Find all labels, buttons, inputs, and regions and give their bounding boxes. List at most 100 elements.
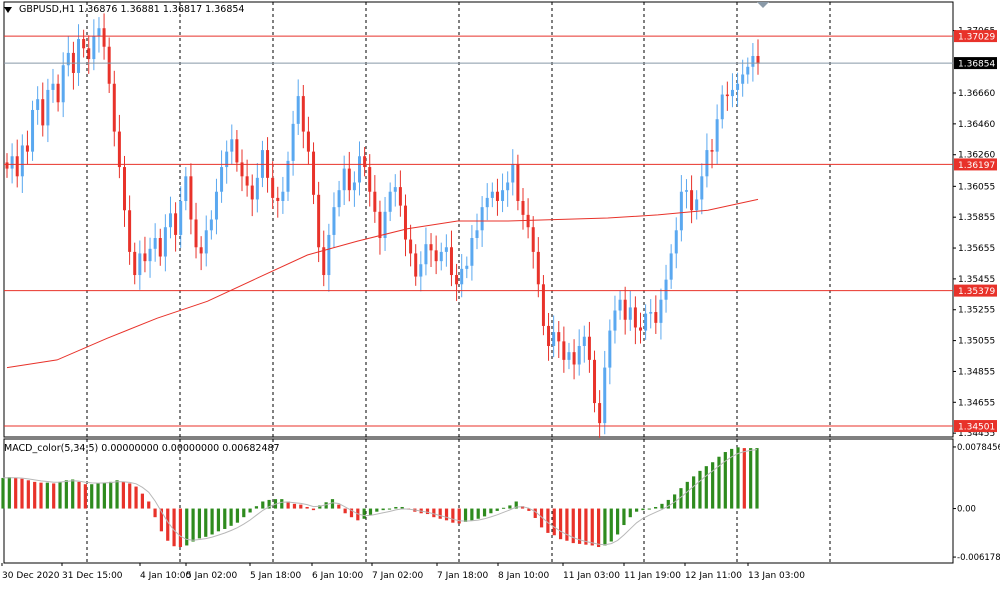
bear-candle bbox=[495, 191, 499, 201]
macd-histogram-bar bbox=[596, 508, 601, 548]
bear-candle bbox=[526, 214, 530, 228]
bull-candle bbox=[337, 190, 341, 208]
macd-histogram-bar bbox=[45, 482, 49, 509]
macd-histogram-bar bbox=[115, 480, 119, 509]
macd-histogram-bar bbox=[337, 504, 341, 509]
macd-histogram-bar bbox=[508, 505, 512, 509]
macd-histogram-bar bbox=[647, 508, 651, 510]
bear-candle bbox=[301, 96, 305, 132]
bear-candle bbox=[199, 247, 203, 254]
bull-candle bbox=[10, 156, 14, 169]
bull-candle bbox=[204, 230, 208, 254]
bear-candle bbox=[250, 185, 254, 200]
bear-candle bbox=[587, 336, 591, 360]
macd-histogram-bar bbox=[635, 508, 639, 512]
y-tick-label: 1.35855 bbox=[958, 213, 995, 223]
x-tick-label: 30 Dec 2020 bbox=[2, 571, 60, 581]
bull-candle bbox=[209, 219, 213, 231]
bear-candle bbox=[245, 176, 249, 186]
bear-candle bbox=[547, 325, 551, 346]
bear-candle bbox=[128, 210, 132, 252]
macd-histogram-bar bbox=[96, 483, 100, 509]
macd-header: MACD_color(5,34,5) 0.00000000 0.00000000… bbox=[4, 443, 280, 454]
macd-histogram-bar bbox=[83, 484, 87, 509]
bull-candle bbox=[342, 168, 346, 191]
bull-candle bbox=[327, 234, 331, 276]
bear-candle bbox=[593, 359, 597, 404]
bear-candle bbox=[690, 190, 694, 211]
chart-canvas[interactable]: 30 Dec 2020 31 Dec 15:00 4 Jan 10:005 Jan … bbox=[0, 0, 1000, 588]
bull-candle bbox=[644, 313, 648, 331]
x-tick-label: 5 Jan 18:00 bbox=[250, 571, 302, 581]
macd-histogram-bar bbox=[216, 508, 221, 532]
bull-candle bbox=[730, 89, 734, 97]
macd-histogram-bar bbox=[736, 447, 740, 509]
macd-histogram-bar bbox=[368, 508, 373, 515]
bull-candle bbox=[281, 191, 285, 201]
macd-histogram-bar bbox=[128, 483, 132, 509]
bear-candle bbox=[557, 332, 561, 342]
bull-candle bbox=[511, 163, 515, 183]
bear-candle bbox=[455, 275, 459, 285]
bull-candle bbox=[567, 352, 571, 360]
bear-candle bbox=[25, 145, 29, 152]
triangle-down-icon[interactable] bbox=[4, 6, 12, 13]
bull-candle bbox=[649, 312, 653, 314]
macd-histogram-bar bbox=[140, 493, 144, 509]
macd-histogram-bar bbox=[311, 508, 316, 511]
macd-y-tick-label: -0.0061780 bbox=[957, 553, 1000, 563]
bear-candle bbox=[623, 299, 627, 320]
macd-histogram-bar bbox=[622, 508, 626, 526]
bull-candle bbox=[720, 94, 724, 120]
bull-candle bbox=[695, 199, 699, 211]
bear-candle bbox=[235, 139, 239, 163]
bear-candle bbox=[56, 83, 60, 103]
bear-candle bbox=[409, 239, 413, 254]
macd-value-2: 0.00000000 bbox=[161, 443, 220, 454]
x-tick-label: 11 Jan 19:00 bbox=[624, 571, 681, 581]
bull-candle bbox=[552, 332, 556, 346]
macd-histogram-bar bbox=[590, 508, 594, 546]
macd-histogram-bar bbox=[153, 508, 157, 518]
bid-label: 1.36854 bbox=[958, 60, 995, 70]
y-tick-label: 1.34855 bbox=[958, 367, 995, 377]
bull-candle bbox=[388, 191, 392, 212]
bear-candle bbox=[373, 191, 377, 212]
high-value: 1.36881 bbox=[120, 4, 160, 15]
macd-histogram-bar bbox=[451, 508, 455, 523]
bull-candle bbox=[439, 251, 443, 262]
bull-candle bbox=[736, 83, 740, 90]
bull-candle bbox=[674, 230, 678, 254]
moving-average-line bbox=[6, 198, 759, 369]
macd-histogram-bar bbox=[425, 508, 430, 515]
macd-histogram-bar bbox=[546, 508, 550, 533]
bull-candle bbox=[97, 28, 101, 36]
bear-candle bbox=[107, 46, 111, 84]
y-tick-label: 1.36460 bbox=[958, 120, 995, 130]
bear-candle bbox=[598, 403, 602, 424]
bull-candle bbox=[603, 367, 607, 424]
x-tick-label: 12 Jan 11:00 bbox=[685, 571, 742, 581]
bull-candle bbox=[393, 187, 397, 192]
open-value: 1.36876 bbox=[78, 4, 118, 15]
trading-chart[interactable]: 30 Dec 2020 31 Dec 15:00 4 Jan 10:00 5 Jan … bbox=[0, 0, 1000, 588]
price-level-label: 1.36197 bbox=[958, 161, 995, 171]
macd-histogram-bar bbox=[242, 508, 246, 518]
bear-candle bbox=[654, 312, 658, 323]
macd-histogram-bar bbox=[147, 501, 151, 509]
bear-candle bbox=[143, 253, 147, 262]
macd-histogram-bar bbox=[628, 508, 632, 518]
bear-candle bbox=[710, 150, 714, 152]
macd-histogram-bar bbox=[609, 508, 613, 542]
bear-candle bbox=[398, 187, 402, 206]
macd-histogram-bar bbox=[704, 466, 708, 509]
macd-histogram-bar bbox=[64, 480, 68, 509]
bear-candle bbox=[516, 163, 520, 201]
macd-histogram-bar bbox=[711, 462, 715, 509]
bull-candle bbox=[700, 176, 704, 200]
bear-candle bbox=[133, 251, 137, 276]
bear-candle bbox=[276, 197, 280, 201]
macd-histogram-bar bbox=[204, 508, 208, 537]
bear-candle bbox=[5, 162, 9, 169]
macd-histogram-bar bbox=[58, 481, 62, 509]
